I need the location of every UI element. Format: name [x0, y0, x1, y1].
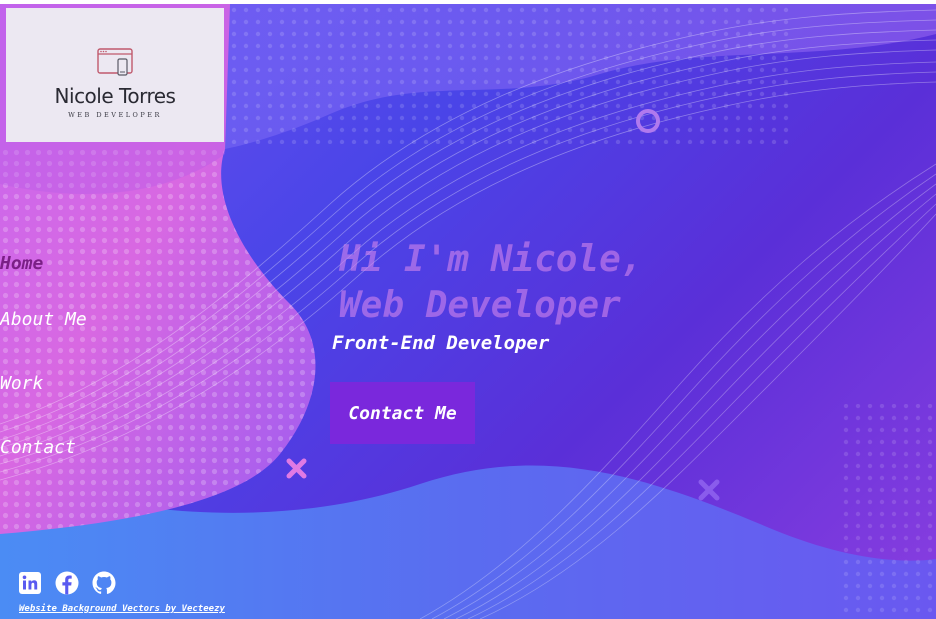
logo-name: Nicole Torres [54, 84, 176, 108]
browser-window-icon [97, 48, 133, 76]
hero-title-line-1: Hi I'm Nicole, [339, 239, 643, 280]
facebook-icon[interactable] [55, 571, 79, 595]
hero-title: Hi I'm Nicole, Web Developer [339, 237, 642, 329]
social-links [18, 571, 116, 595]
nav-item-home[interactable]: Home [0, 253, 43, 274]
hero-subtitle: Front-End Developer [332, 332, 550, 354]
landing-page: Nicole Torres WEB DEVELOPER Home About M… [0, 4, 936, 619]
linkedin-icon[interactable] [18, 571, 42, 595]
vecteezy-credit-link[interactable]: Website Background Vectors by Vecteezy [19, 604, 225, 614]
nav-item-about-me[interactable]: About Me [0, 309, 87, 330]
contact-me-button[interactable]: Contact Me [330, 382, 475, 444]
nav-item-contact[interactable]: Contact [0, 437, 76, 458]
logo-subtitle: WEB DEVELOPER [68, 111, 162, 119]
hero-title-line-2: Web Developer [339, 285, 621, 326]
nav-item-work[interactable]: Work [0, 373, 43, 394]
logo[interactable]: Nicole Torres WEB DEVELOPER [6, 8, 224, 142]
github-icon[interactable] [92, 571, 116, 595]
